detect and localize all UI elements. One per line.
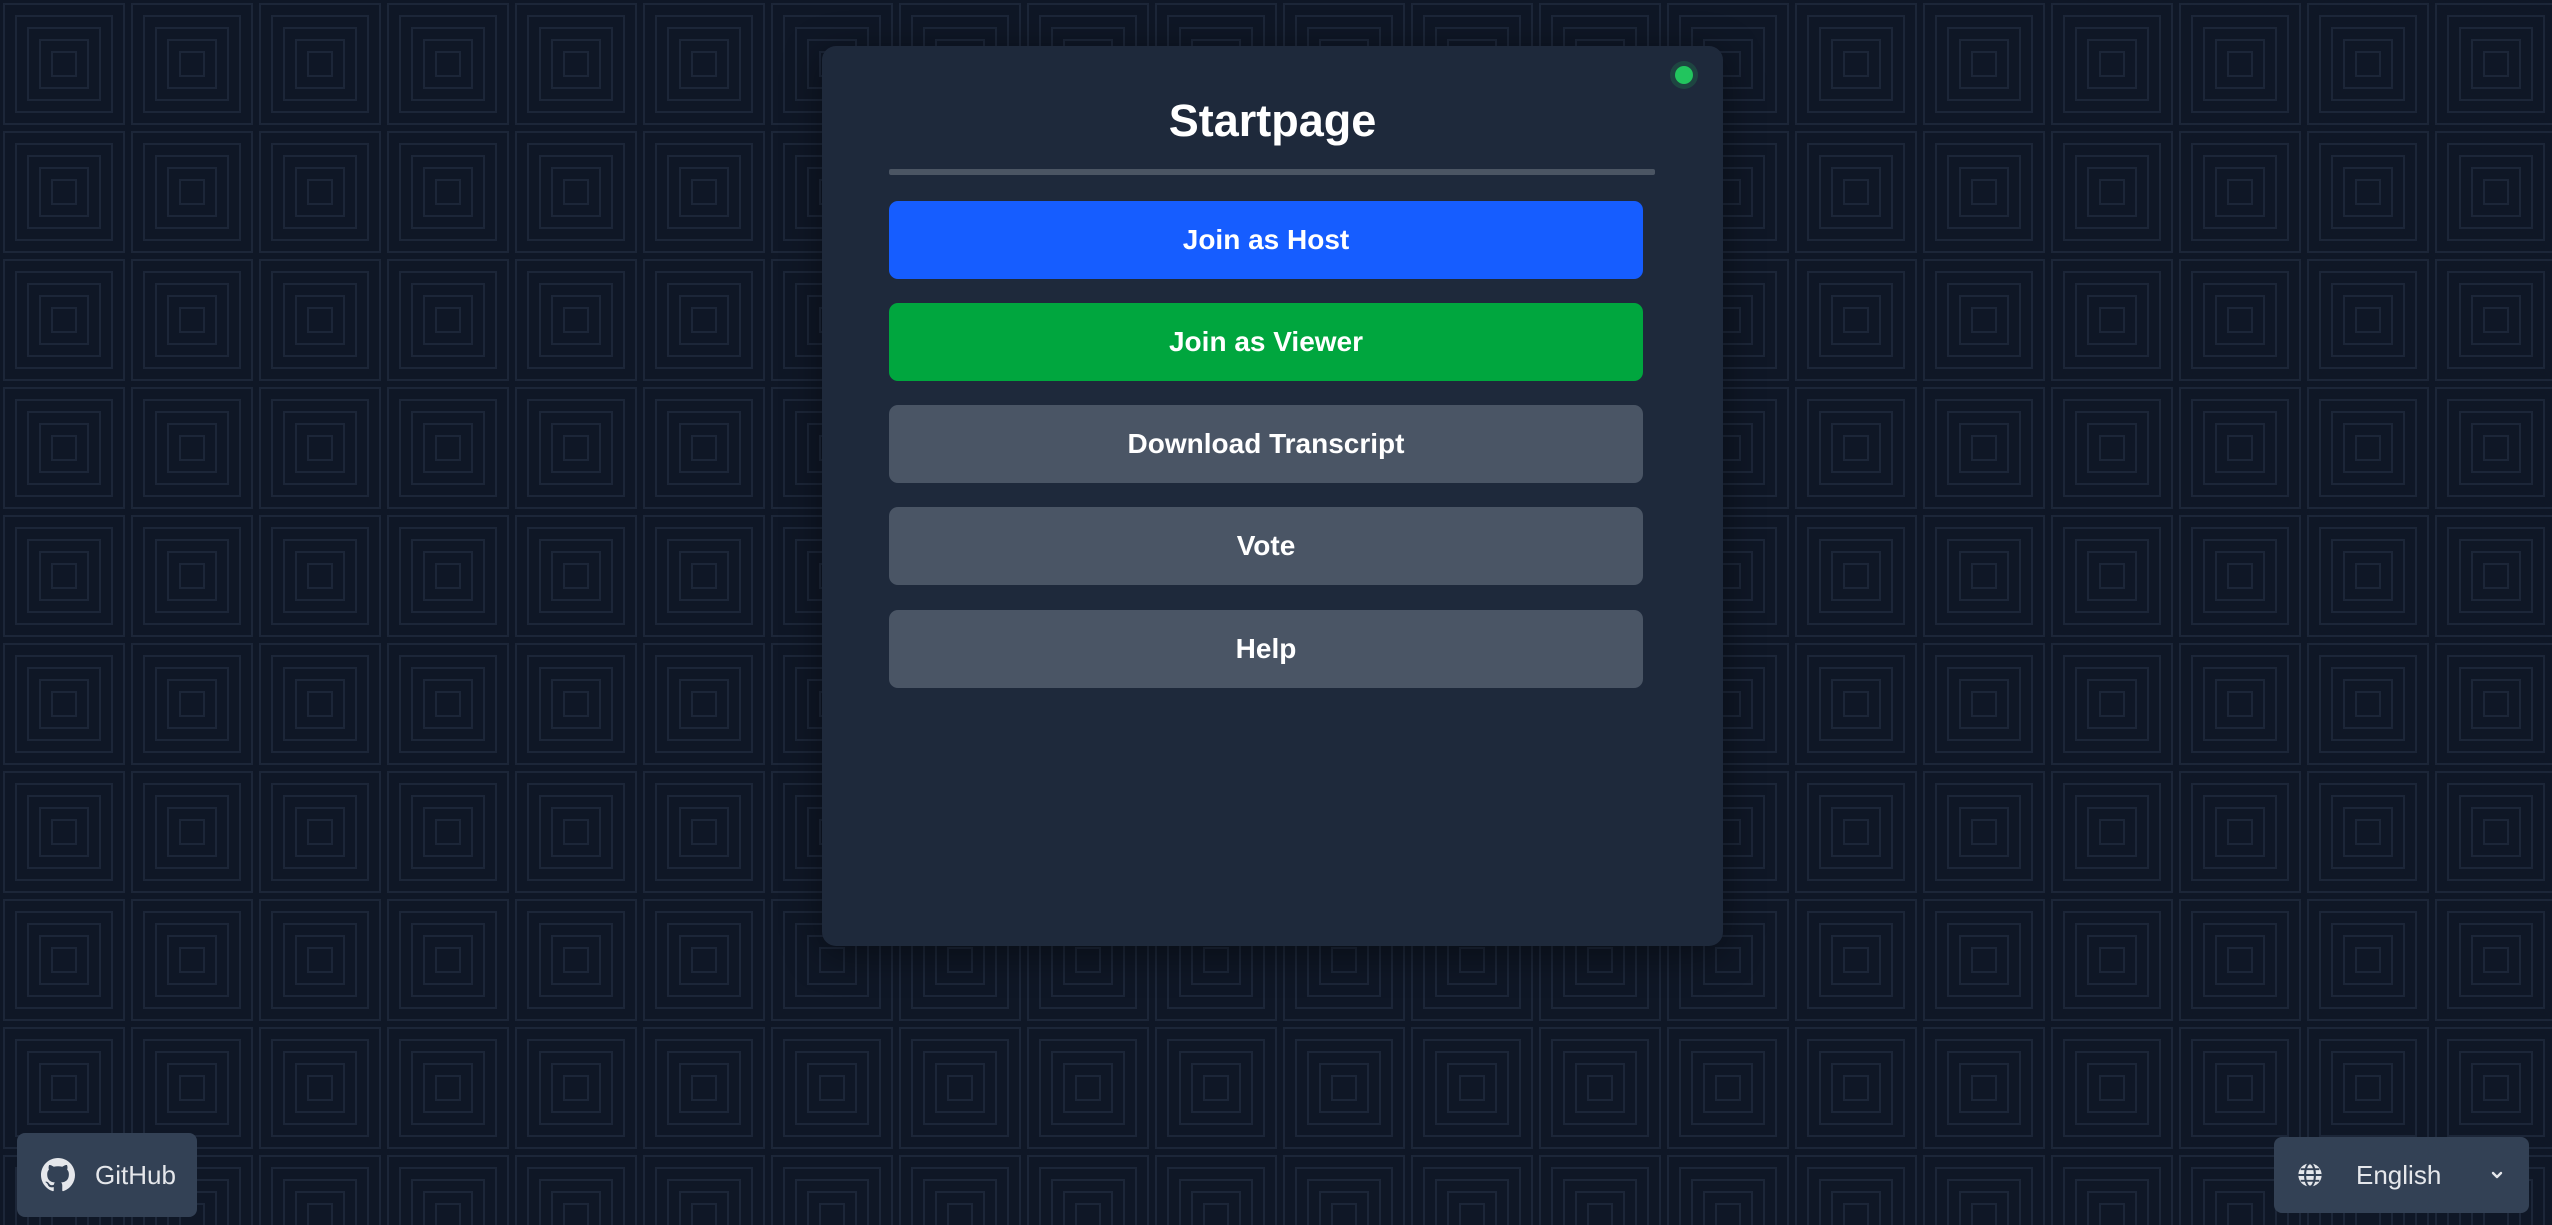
download-transcript-button[interactable]: Download Transcript xyxy=(889,405,1643,483)
language-selector[interactable]: English xyxy=(2274,1137,2529,1213)
vote-button[interactable]: Vote xyxy=(889,507,1643,585)
join-as-viewer-button[interactable]: Join as Viewer xyxy=(889,303,1643,381)
page-title: Startpage xyxy=(1168,95,1377,146)
github-link[interactable]: GitHub xyxy=(17,1133,197,1217)
title-divider xyxy=(889,169,1655,175)
github-label: GitHub xyxy=(95,1159,176,1190)
connection-status-indicator xyxy=(1675,66,1693,84)
globe-icon xyxy=(2296,1161,2324,1189)
github-icon xyxy=(41,1158,75,1192)
language-selected: English xyxy=(2356,1160,2442,1190)
chevron-down-icon xyxy=(2487,1165,2507,1185)
help-button[interactable]: Help xyxy=(889,610,1643,688)
join-as-host-button[interactable]: Join as Host xyxy=(889,201,1643,279)
startpage-card: Startpage Join as Host Join as Viewer Do… xyxy=(822,46,1723,946)
